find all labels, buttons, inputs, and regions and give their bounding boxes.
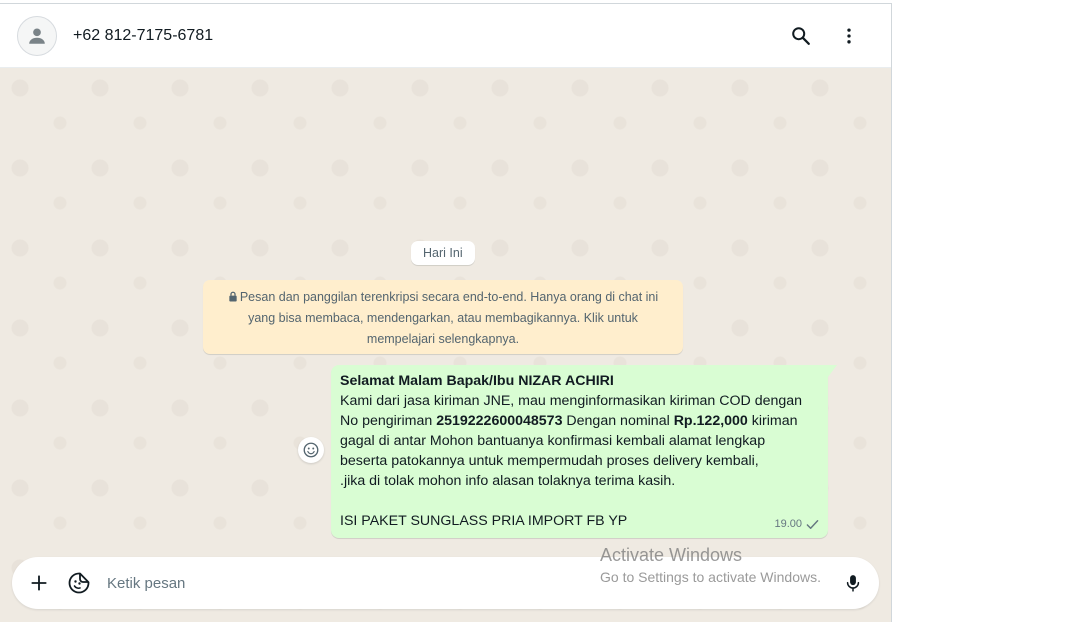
search-icon: [792, 26, 810, 45]
message-line-5: beserta patokannya untuk mempermudah pro…: [340, 453, 759, 469]
message-line-2: Kami dari jasa kiriman JNE, mau menginfo…: [340, 393, 803, 409]
encryption-notice-line2: yang bisa membaca, mendengarkan, atau me…: [248, 311, 638, 325]
sticker-icon: [68, 572, 90, 594]
more-options-button[interactable]: [829, 16, 869, 56]
voice-message-button[interactable]: [835, 565, 871, 601]
avatar-placeholder-icon: [29, 27, 45, 44]
encryption-notice[interactable]: Pesan dan panggilan terenkripsi secara e…: [203, 280, 683, 354]
lock-icon: [229, 291, 237, 302]
emoji-sticker-button[interactable]: [61, 565, 97, 601]
cod-amount: Rp.122,000: [673, 413, 748, 429]
tracking-number: 2519222600048573: [436, 413, 563, 429]
outgoing-message[interactable]: Selamat Malam Bapak/Ibu NIZAR ACHIRI Kam…: [331, 365, 828, 538]
message-input[interactable]: [105, 573, 835, 593]
microphone-icon: [846, 575, 860, 592]
message-greeting: Selamat Malam Bapak/Ibu NIZAR ACHIRI: [340, 373, 614, 389]
single-check-icon: [806, 519, 819, 529]
plus-icon: [31, 575, 47, 591]
message-time: 19.00: [774, 518, 802, 530]
message-meta: 19.00: [774, 514, 819, 534]
message-tail: [828, 365, 837, 377]
attach-button[interactable]: [21, 565, 57, 601]
message-line-3: No pengiriman 2519222600048573 Dengan no…: [340, 413, 798, 429]
contact-name[interactable]: +62 812-7175-6781: [73, 27, 213, 45]
react-button[interactable]: [298, 437, 324, 463]
chat-header: +62 812-7175-6781: [0, 4, 891, 68]
more-options-icon: [847, 28, 851, 43]
message-line-6: .jika di tolak mohon info alasan tolakny…: [340, 473, 676, 489]
header-actions: [781, 16, 869, 56]
search-button[interactable]: [781, 16, 821, 56]
message-line-4: gagal di antar Mohon bantuanya konfirmas…: [340, 433, 766, 449]
whatsapp-window: +62 812-7175-6781 Hari Ini Pesan dan pan…: [0, 3, 892, 622]
contact-avatar[interactable]: [17, 15, 57, 56]
date-separator: Hari Ini: [411, 241, 475, 265]
message-line-8: ISI PAKET SUNGLASS PRIA IMPORT FB YP: [340, 513, 628, 529]
smiley-icon: [303, 442, 319, 458]
message-composer: [12, 557, 879, 609]
encryption-notice-line3: mempelajari selengkapnya.: [366, 332, 520, 346]
encryption-notice-line1: Pesan dan panggilan terenkripsi secara e…: [219, 287, 667, 308]
